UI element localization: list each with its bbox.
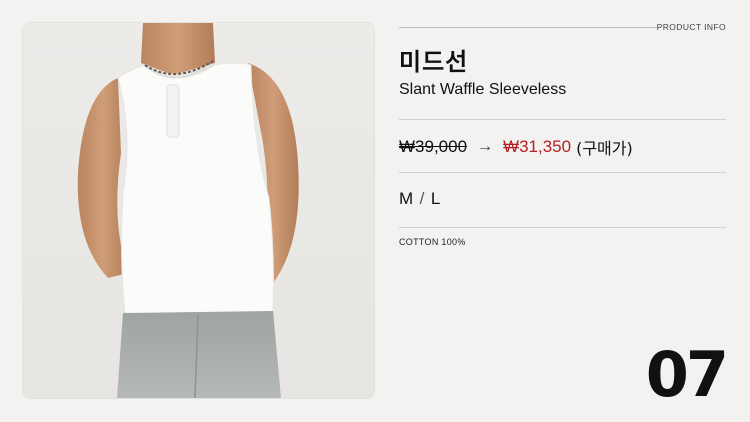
price-row: ₩39,000 → ₩31,350 (구매가) [399,135,633,159]
divider [399,227,726,228]
header-divider [399,27,661,28]
price-note: (구매가) [576,139,633,158]
product-photo [23,23,374,398]
size-options: M / L [399,189,441,209]
original-price: ₩39,000 [399,137,468,156]
size-m: M [399,189,414,208]
size-l: L [430,189,441,208]
product-index-number: 07 [645,338,729,411]
divider [399,119,726,120]
material-info: COTTON 100% [399,237,466,247]
divider [399,172,726,173]
product-name: Slant Waffle Sleeveless [399,81,567,98]
brand-name: 미드선 [399,48,469,76]
model-wearing-tank-top-image [77,23,299,398]
sale-price: ₩31,350 [503,137,572,156]
size-separator: / [419,189,425,208]
section-label: PRODUCT INFO [656,22,726,32]
arrow-right-icon: → [477,138,494,155]
